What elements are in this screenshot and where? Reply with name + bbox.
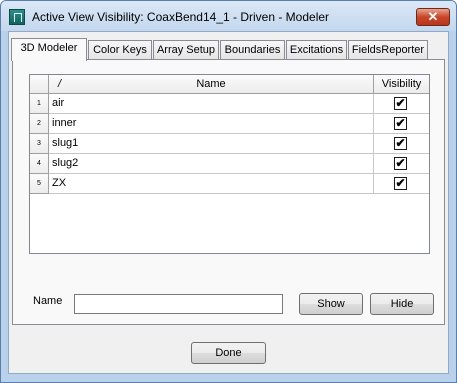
table-row[interactable]: 5 ZX ✔ xyxy=(30,174,429,194)
object-name-cell[interactable]: slug1 xyxy=(49,134,374,154)
window-title: Active View Visibility: CoaxBend14_1 - D… xyxy=(32,10,330,24)
table-row[interactable]: 3 slug1 ✔ xyxy=(30,134,429,154)
visibility-checkbox[interactable]: ✔ xyxy=(394,97,407,110)
tab-array-setup[interactable]: Array Setup xyxy=(153,40,219,60)
name-filter-label: Name xyxy=(33,295,63,307)
column-header-visibility[interactable]: Visibility xyxy=(374,75,429,94)
show-button[interactable]: Show xyxy=(299,293,363,315)
visibility-grid: / Name Visibility 1 air ✔ 2 inner ✔ 3 sl… xyxy=(29,74,430,254)
dialog-window: Active View Visibility: CoaxBend14_1 - D… xyxy=(0,0,457,383)
visibility-checkbox[interactable]: ✔ xyxy=(394,117,407,130)
row-number: 5 xyxy=(30,174,49,194)
row-number: 4 xyxy=(30,154,49,174)
dialog-body: 3D Modeler Color Keys Array Setup Bounda… xyxy=(8,31,449,374)
column-header-name-label: Name xyxy=(196,78,226,90)
table-row[interactable]: 2 inner ✔ xyxy=(30,114,429,134)
visibility-cell: ✔ xyxy=(374,114,429,134)
tab-color-keys[interactable]: Color Keys xyxy=(88,40,152,60)
title-bar[interactable]: Active View Visibility: CoaxBend14_1 - D… xyxy=(1,1,456,31)
object-name-cell[interactable]: air xyxy=(49,94,374,114)
row-header-corner xyxy=(30,75,49,94)
app-icon xyxy=(9,9,25,25)
name-filter-input[interactable] xyxy=(74,294,283,314)
object-name-cell[interactable]: ZX xyxy=(49,174,374,194)
tab-3d-modeler[interactable]: 3D Modeler xyxy=(11,38,87,61)
visibility-checkbox[interactable]: ✔ xyxy=(394,177,407,190)
table-row[interactable]: 1 air ✔ xyxy=(30,94,429,114)
visibility-cell: ✔ xyxy=(374,174,429,194)
table-row[interactable]: 4 slug2 ✔ xyxy=(30,154,429,174)
column-header-name[interactable]: / Name xyxy=(49,75,374,94)
tab-excitations[interactable]: Excitations xyxy=(286,40,347,60)
visibility-cell: ✔ xyxy=(374,134,429,154)
visibility-checkbox[interactable]: ✔ xyxy=(394,137,407,150)
row-number: 3 xyxy=(30,134,49,154)
tab-boundaries[interactable]: Boundaries xyxy=(220,40,285,60)
visibility-cell: ✔ xyxy=(374,154,429,174)
hide-button[interactable]: Hide xyxy=(370,293,434,315)
close-button[interactable]: ✕ xyxy=(416,8,450,26)
object-name-cell[interactable]: inner xyxy=(49,114,374,134)
grid-header: / Name Visibility xyxy=(30,75,429,94)
tab-panel-3d-modeler: / Name Visibility 1 air ✔ 2 inner ✔ 3 sl… xyxy=(12,59,445,325)
sort-indicator: / xyxy=(58,78,62,90)
done-button[interactable]: Done xyxy=(191,342,266,364)
row-number: 2 xyxy=(30,114,49,134)
row-number: 1 xyxy=(30,94,49,114)
tab-fields-reporter[interactable]: FieldsReporter xyxy=(348,40,428,60)
column-header-visibility-label: Visibility xyxy=(381,78,422,90)
visibility-cell: ✔ xyxy=(374,94,429,114)
close-icon: ✕ xyxy=(427,9,439,24)
object-name-cell[interactable]: slug2 xyxy=(49,154,374,174)
visibility-checkbox[interactable]: ✔ xyxy=(394,157,407,170)
